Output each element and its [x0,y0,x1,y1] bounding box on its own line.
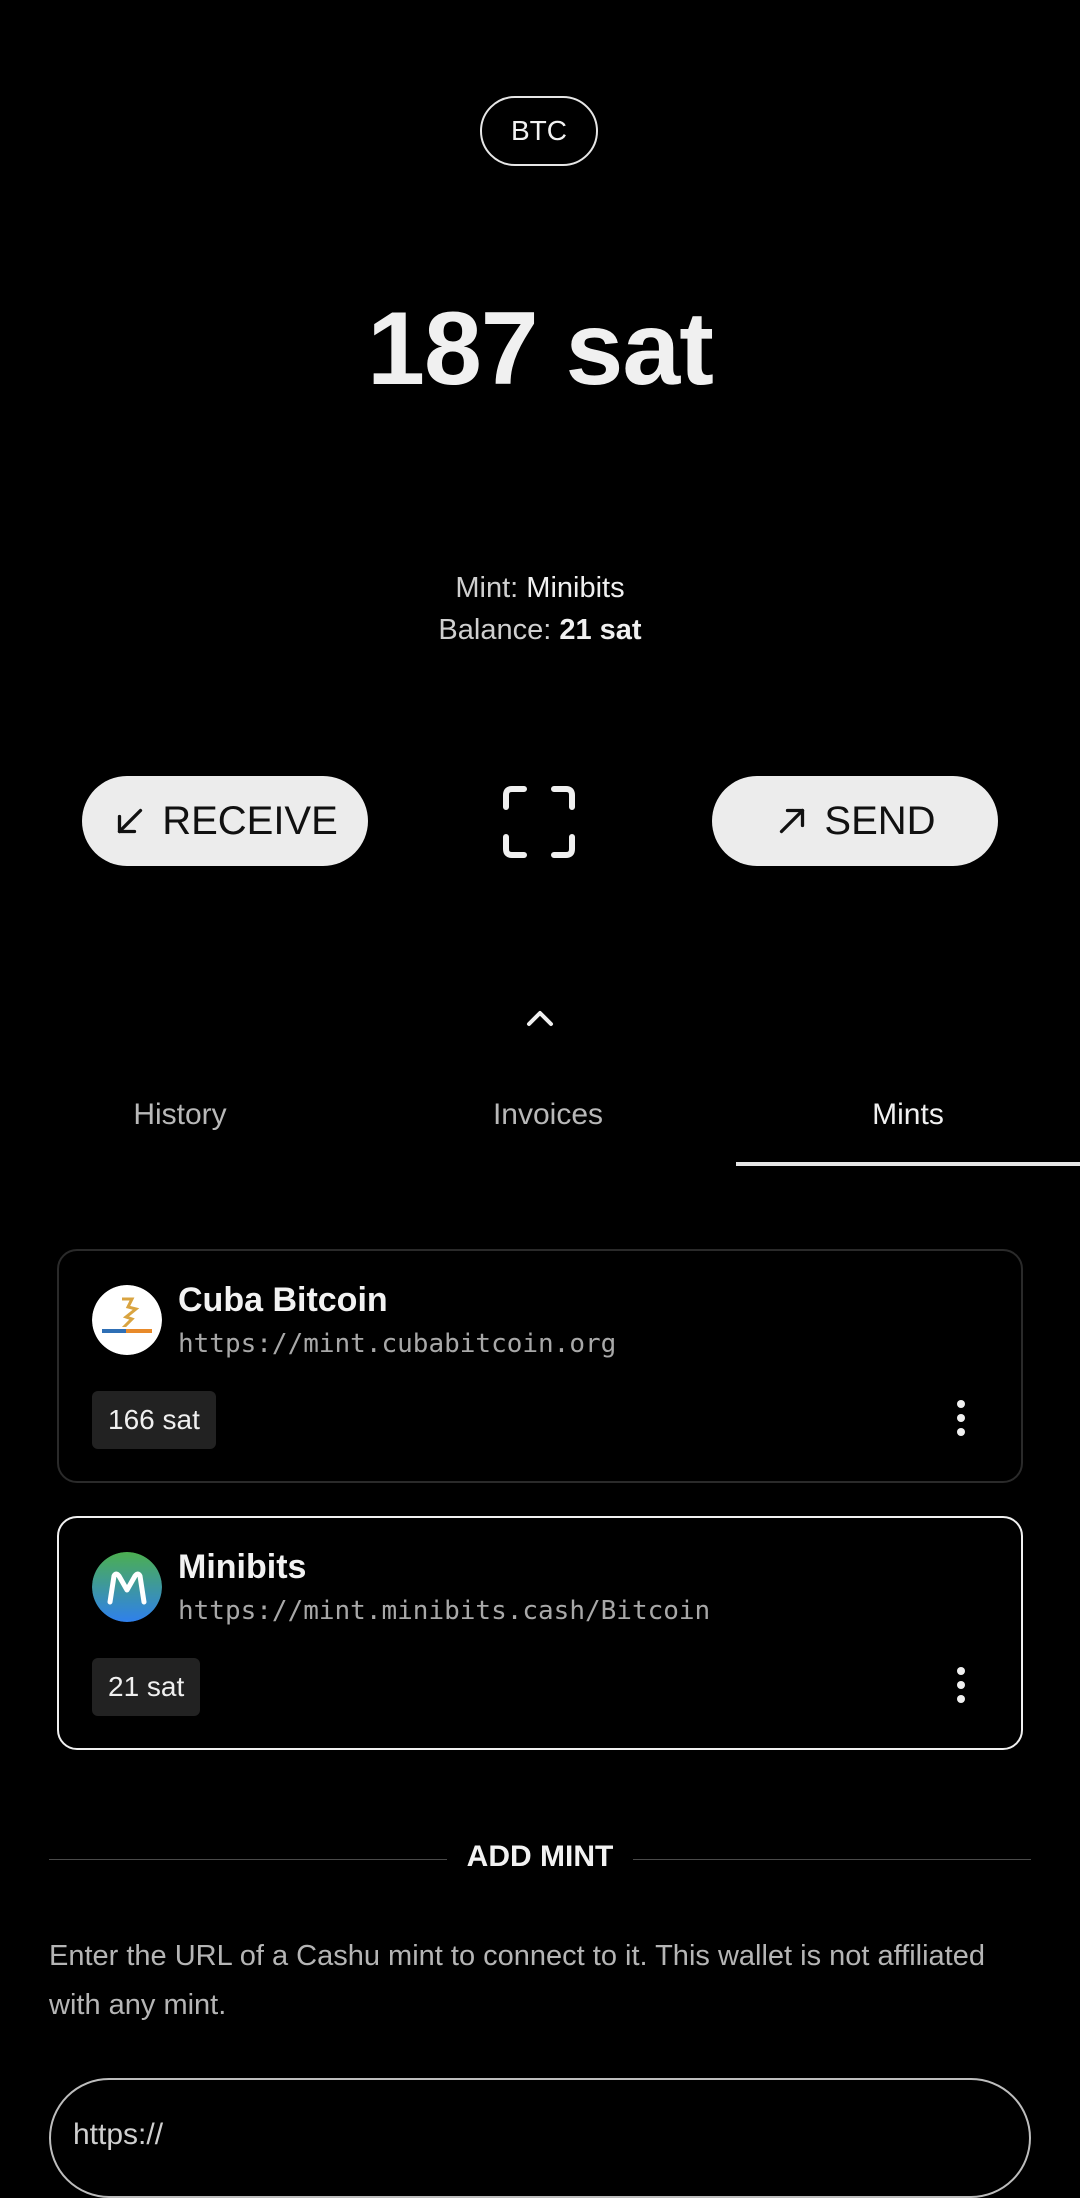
active-mint-balance: 21 sat [559,614,642,646]
tab-bar: History Invoices Mints [0,1090,1080,1166]
mint-label: Mint: [455,572,519,604]
receive-button[interactable]: RECEIVE [82,776,368,866]
mint-card-cuba-bitcoin[interactable]: Cuba Bitcoin https://mint.cubabitcoin.or… [57,1249,1023,1483]
mint-url: https://mint.minibits.cash/Bitcoin [178,1596,711,1626]
active-mint-name: Minibits [526,572,625,604]
tab-history[interactable]: History [0,1090,360,1166]
arrow-down-left-icon [118,808,143,834]
add-mint-heading: ADD MINT [49,1840,1031,1874]
mint-balance-badge: 21 sat [92,1658,201,1716]
mint-name: Minibits [178,1548,307,1586]
mint-url-input[interactable]: https:// [49,2078,1031,2198]
mint-url-placeholder: https:// [73,2118,164,2151]
add-mint-title: ADD MINT [446,1840,634,1873]
tab-invoices[interactable]: Invoices [368,1090,728,1166]
mint-name: Cuba Bitcoin [178,1281,388,1319]
active-mint-balance-line: Balance: 21 sat [0,614,1080,647]
tab-mints[interactable]: Mints [736,1090,1080,1166]
add-mint-divider: ADD MINT [49,1840,1031,1880]
active-tab-indicator [736,1162,1080,1166]
chevron-up-icon[interactable] [520,1004,560,1034]
mint-card-minibits[interactable]: Minibits https://mint.minibits.cash/Bitc… [57,1516,1023,1750]
send-button[interactable]: SEND [712,776,998,866]
more-vertical-icon[interactable] [943,1662,979,1708]
add-mint-help-text: Enter the URL of a Cashu mint to connect… [49,1940,986,2021]
mint-url: https://mint.cubabitcoin.org [178,1329,617,1359]
active-mint-line: Mint: Minibits [0,572,1080,605]
balance-label: Balance: [438,614,552,646]
minibits-logo [92,1552,162,1622]
arrow-up-right-icon [780,808,805,834]
more-vertical-icon[interactable] [943,1395,979,1441]
cuba-bitcoin-logo [92,1285,162,1355]
scan-frame-icon[interactable] [502,785,576,859]
total-balance: 187 sat [367,291,714,407]
mint-balance-badge: 166 sat [92,1391,216,1449]
receive-label: RECEIVE [162,798,338,843]
send-label: SEND [824,798,936,843]
unit-toggle-button[interactable]: BTC [480,96,598,166]
